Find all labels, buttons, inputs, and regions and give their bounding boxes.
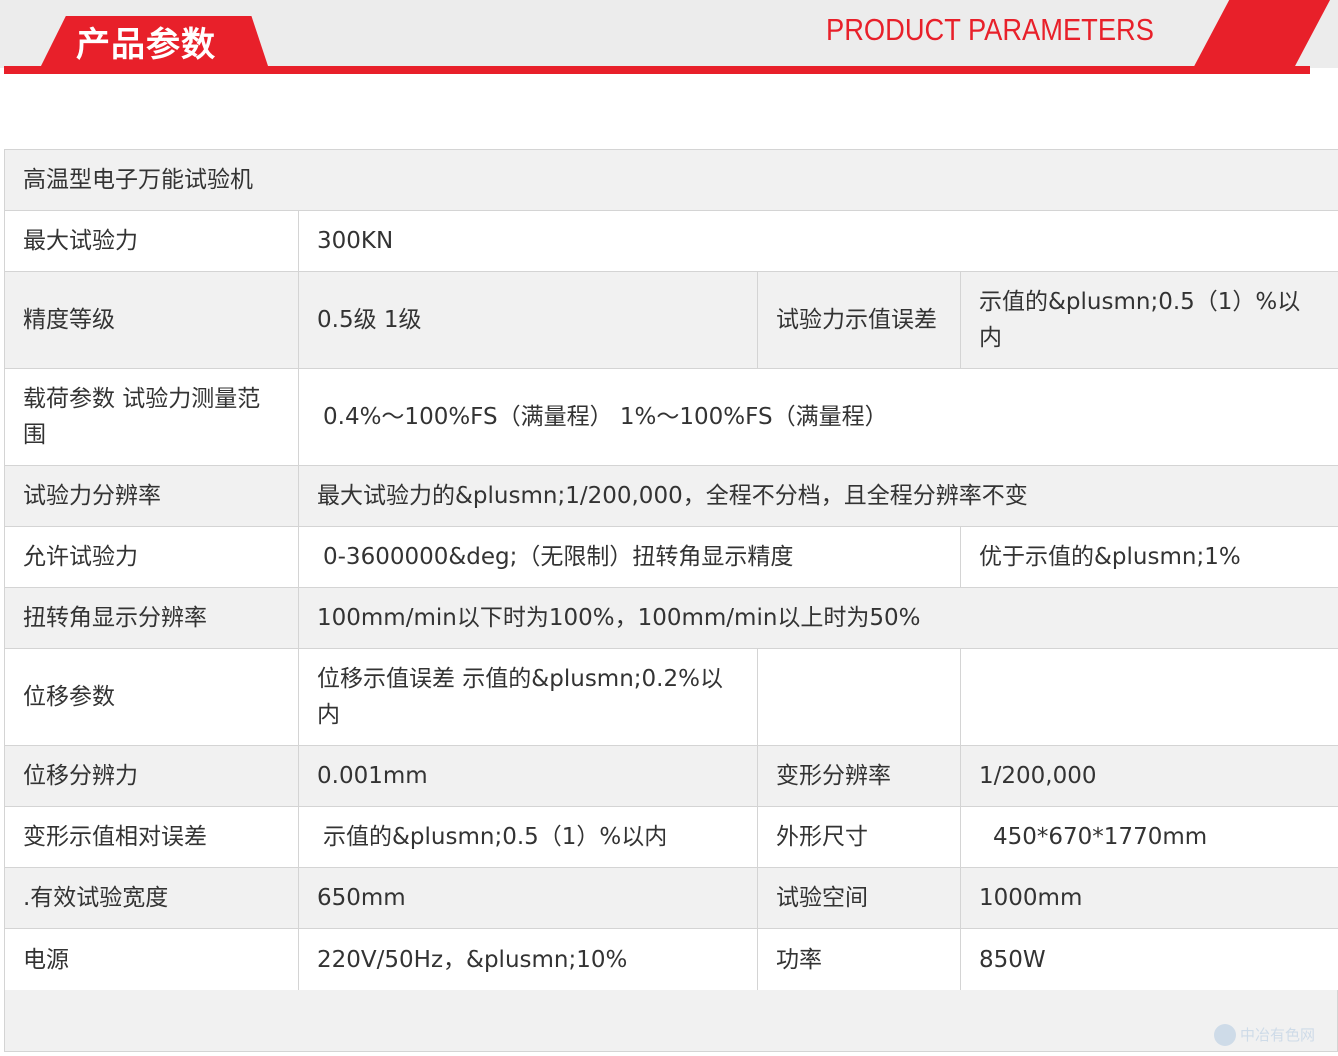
param-value-secondary: 1000mm (960, 867, 1338, 929)
param-value: 0.001mm (298, 745, 758, 807)
table-row: 最大试验力 300KN (4, 210, 1338, 272)
param-label-secondary (757, 648, 961, 746)
param-label: 扭转角显示分辨率 (4, 587, 299, 649)
param-value-secondary: 示值的&plusmn;0.5（1）%以内 (960, 271, 1338, 369)
table-row: 精度等级 0.5级 1级 试验力示值误差 示值的&plusmn;0.5（1）%以… (4, 271, 1338, 369)
table-row: 位移分辨力 0.001mm 变形分辨率 1/200,000 (4, 745, 1338, 807)
param-value-secondary: 1/200,000 (960, 745, 1338, 807)
param-value: 最大试验力的&plusmn;1/200,000，全程不分档，且全程分辨率不变 (298, 465, 1338, 527)
param-label: 变形示值相对误差 (4, 806, 299, 868)
banner-underline (4, 66, 1310, 74)
param-value-secondary: 450*670*1770mm (960, 806, 1338, 868)
table-row: 扭转角显示分辨率 100mm/min以下时为100%，100mm/min以上时为… (4, 587, 1338, 649)
table-row: 试验力分辨率 最大试验力的&plusmn;1/200,000，全程不分档，且全程… (4, 465, 1338, 527)
param-label-secondary: 外形尺寸 (757, 806, 961, 868)
table-row: 电源 220V/50Hz，&plusmn;10% 功率 850W (4, 928, 1338, 991)
param-label-secondary: 试验空间 (757, 867, 961, 929)
param-label: 试验力分辨率 (4, 465, 299, 527)
table-row: 允许试验力 0-3600000&deg;（无限制）扭转角显示精度 优于示值的&p… (4, 526, 1338, 588)
product-parameters-table: 高温型电子万能试验机 最大试验力 300KN 精度等级 0.5级 1级 试验力示… (4, 149, 1338, 991)
param-label: 精度等级 (4, 271, 299, 369)
section-title-cn: 产品参数 (76, 25, 216, 65)
param-value: 650mm (298, 867, 758, 929)
param-label-secondary: 功率 (757, 928, 961, 991)
param-value: 0.5级 1级 (298, 271, 758, 369)
param-value: 100mm/min以下时为100%，100mm/min以上时为50% (298, 587, 1338, 649)
table-row: 位移参数 位移示值误差 示值的&plusmn;0.2%以内 (4, 648, 1338, 746)
table-title-row: 高温型电子万能试验机 (4, 149, 1338, 211)
param-value: 0.4%～100%FS（满量程） 1%～100%FS（满量程） (298, 368, 1338, 466)
table-row: .有效试验宽度 650mm 试验空间 1000mm (4, 867, 1338, 929)
param-label: 位移分辨力 (4, 745, 299, 807)
param-label: 允许试验力 (4, 526, 299, 588)
param-value-secondary: 850W (960, 928, 1338, 991)
param-value: 示值的&plusmn;0.5（1）%以内 (298, 806, 758, 868)
param-label: 位移参数 (4, 648, 299, 746)
table-row: 载荷参数 试验力测量范围 0.4%～100%FS（满量程） 1%～100%FS（… (4, 368, 1338, 466)
param-value: 0-3600000&deg;（无限制）扭转角显示精度 (298, 526, 961, 588)
param-label: 载荷参数 试验力测量范围 (4, 368, 299, 466)
param-label: 最大试验力 (4, 210, 299, 272)
param-label: 电源 (4, 928, 299, 991)
param-label-secondary: 变形分辨率 (757, 745, 961, 807)
param-value-secondary (960, 648, 1338, 746)
param-value: 220V/50Hz，&plusmn;10% (298, 928, 758, 991)
globe-logo-icon (1214, 1024, 1236, 1046)
param-value: 300KN (298, 210, 1338, 272)
section-header-banner: 产品参数 PRODUCT PARAMETERS (0, 0, 1338, 80)
watermark-text: 中冶有色网 (1240, 1026, 1316, 1044)
param-value: 位移示值误差 示值的&plusmn;0.2%以内 (298, 648, 758, 746)
param-value-secondary: 优于示值的&plusmn;1% (960, 526, 1338, 588)
param-label-secondary: 试验力示值误差 (757, 271, 961, 369)
table-title: 高温型电子万能试验机 (4, 149, 1338, 211)
param-label: .有效试验宽度 (4, 867, 299, 929)
watermark: 中冶有色网 (1214, 1022, 1330, 1048)
section-title-en: PRODUCT PARAMETERS (826, 12, 1154, 47)
table-row: 变形示值相对误差 示值的&plusmn;0.5（1）%以内 外形尺寸 450*6… (4, 806, 1338, 868)
table-footer-band (4, 990, 1338, 1052)
